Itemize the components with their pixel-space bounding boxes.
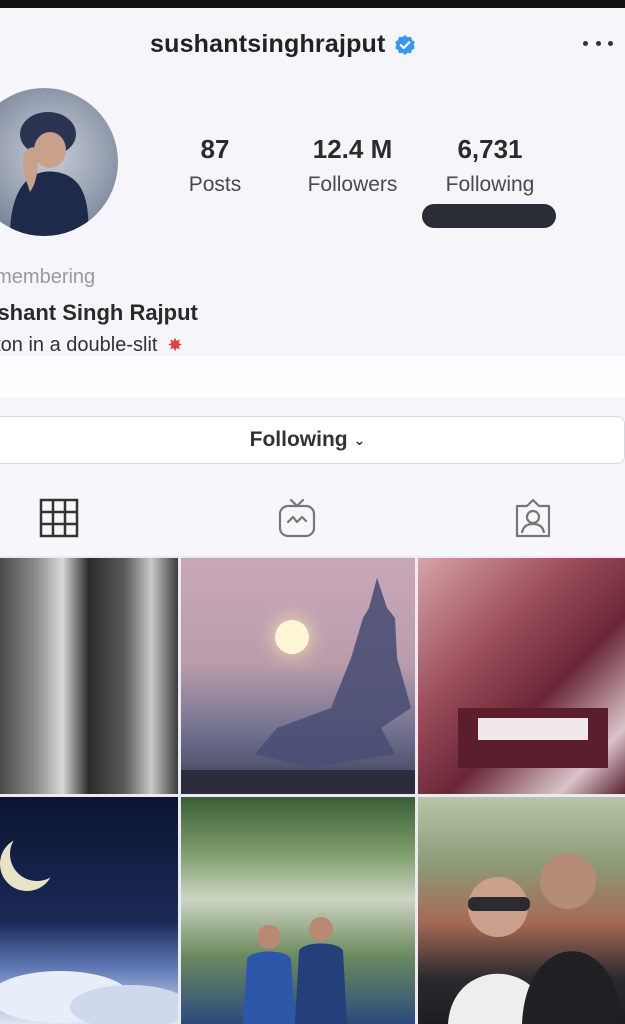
redaction-bar	[422, 204, 556, 228]
more-options-icon[interactable]	[583, 36, 613, 50]
following-label: Following	[445, 173, 535, 196]
grid-icon	[39, 498, 79, 538]
tab-grid[interactable]	[37, 496, 81, 540]
igtv-icon	[278, 498, 316, 538]
post-thumbnail[interactable]	[181, 797, 415, 1024]
post-thumbnail[interactable]	[418, 797, 625, 1024]
following-stat[interactable]: 6,731 Following	[430, 134, 550, 197]
sparkle-emoji-icon: ✸	[167, 335, 183, 355]
bio-spacer	[0, 356, 625, 398]
verified-badge-icon	[394, 34, 415, 55]
post-thumbnail[interactable]	[0, 558, 178, 794]
dot	[608, 40, 613, 46]
username-row: sushantsinghrajput	[150, 30, 415, 59]
bio-category: emembering	[0, 266, 96, 288]
chevron-down-icon: ⌄	[353, 431, 366, 448]
username: sushantsinghrajput	[150, 30, 386, 58]
posts-stat[interactable]: 87 Posts	[170, 134, 260, 197]
bio-text: oton in a double-slit ✸	[0, 334, 183, 357]
posts-count: 87	[200, 134, 230, 164]
dot	[595, 40, 601, 46]
following-button-label: Following	[249, 428, 348, 451]
followers-count: 12.4 M	[312, 134, 393, 164]
bio-text-content: oton in a double-slit	[0, 334, 158, 356]
profile-tabs	[0, 484, 625, 556]
following-button[interactable]: Following ⌄	[0, 416, 625, 464]
posts-label: Posts	[188, 173, 242, 196]
tab-tagged[interactable]	[511, 496, 555, 540]
profile-header: sushantsinghrajput	[0, 8, 625, 80]
followers-stat[interactable]: 12.4 M Followers	[295, 134, 410, 197]
tab-igtv[interactable]	[275, 496, 319, 540]
post-thumbnail[interactable]	[418, 558, 625, 794]
following-count: 6,731	[457, 134, 523, 164]
bio-full-name: ushant Singh Rajput	[0, 300, 198, 325]
profile-stats: 87 Posts 12.4 M Followers 6,731 Followin…	[0, 134, 625, 204]
post-thumbnail[interactable]	[181, 558, 415, 794]
post-thumbnail[interactable]	[0, 797, 178, 1024]
posts-grid	[0, 556, 625, 1024]
tagged-person-icon	[515, 498, 551, 538]
top-edge	[0, 0, 625, 8]
dot	[583, 40, 588, 46]
followers-label: Followers	[307, 173, 398, 196]
